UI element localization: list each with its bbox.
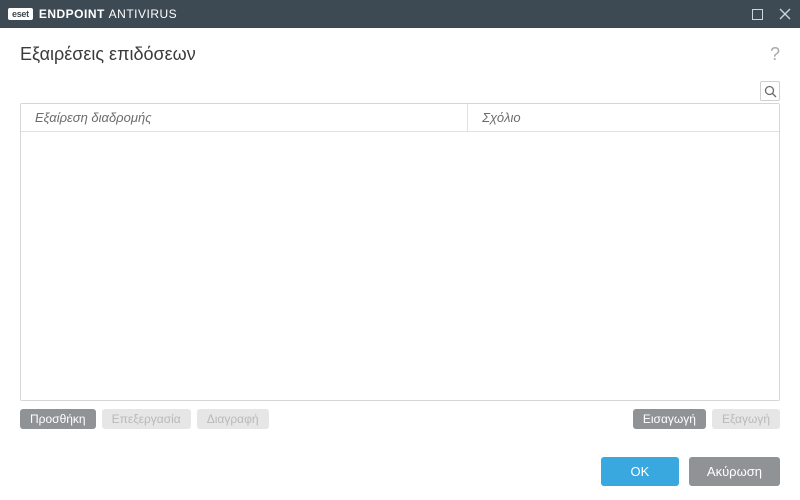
column-header-path[interactable]: Εξαίρεση διαδρομής <box>21 104 468 131</box>
ok-button[interactable]: OK <box>601 457 679 486</box>
column-header-comment[interactable]: Σχόλιο <box>468 104 779 131</box>
maximize-button[interactable] <box>750 7 764 21</box>
product-name-light: ANTIVIRUS <box>109 7 178 21</box>
search-button[interactable] <box>760 81 780 101</box>
help-button[interactable]: ? <box>770 44 780 65</box>
close-button[interactable] <box>778 7 792 21</box>
delete-button: Διαγραφή <box>197 409 269 429</box>
import-button[interactable]: Εισαγωγή <box>633 409 706 429</box>
close-icon <box>779 8 791 20</box>
edit-button: Επεξεργασία <box>102 409 191 429</box>
action-row: Προσθήκη Επεξεργασία Διαγραφή Εισαγωγή Ε… <box>20 409 780 429</box>
export-button: Εξαγωγή <box>712 409 780 429</box>
page-title: Εξαιρέσεις επιδόσεων <box>20 44 196 65</box>
maximize-icon <box>752 9 763 20</box>
table-body[interactable] <box>21 132 779 400</box>
search-row <box>20 81 780 101</box>
window-title: ENDPOINT ANTIVIRUS <box>39 7 750 21</box>
brand-badge: eset <box>8 8 33 20</box>
content-area: Εξαιρέσεις επιδόσεων ? Εξαίρεση διαδρομή… <box>0 28 800 500</box>
table-header: Εξαίρεση διαδρομής Σχόλιο <box>21 104 779 132</box>
header-row: Εξαιρέσεις επιδόσεων ? <box>20 44 780 65</box>
add-button[interactable]: Προσθήκη <box>20 409 96 429</box>
product-name-bold: ENDPOINT <box>39 7 109 21</box>
right-actions: Εισαγωγή Εξαγωγή <box>633 409 780 429</box>
search-icon <box>764 85 777 98</box>
window-controls <box>750 7 792 21</box>
cancel-button[interactable]: Ακύρωση <box>689 457 780 486</box>
left-actions: Προσθήκη Επεξεργασία Διαγραφή <box>20 409 269 429</box>
titlebar: eset ENDPOINT ANTIVIRUS <box>0 0 800 28</box>
exclusions-table: Εξαίρεση διαδρομής Σχόλιο <box>20 103 780 401</box>
footer: OK Ακύρωση <box>20 457 780 486</box>
